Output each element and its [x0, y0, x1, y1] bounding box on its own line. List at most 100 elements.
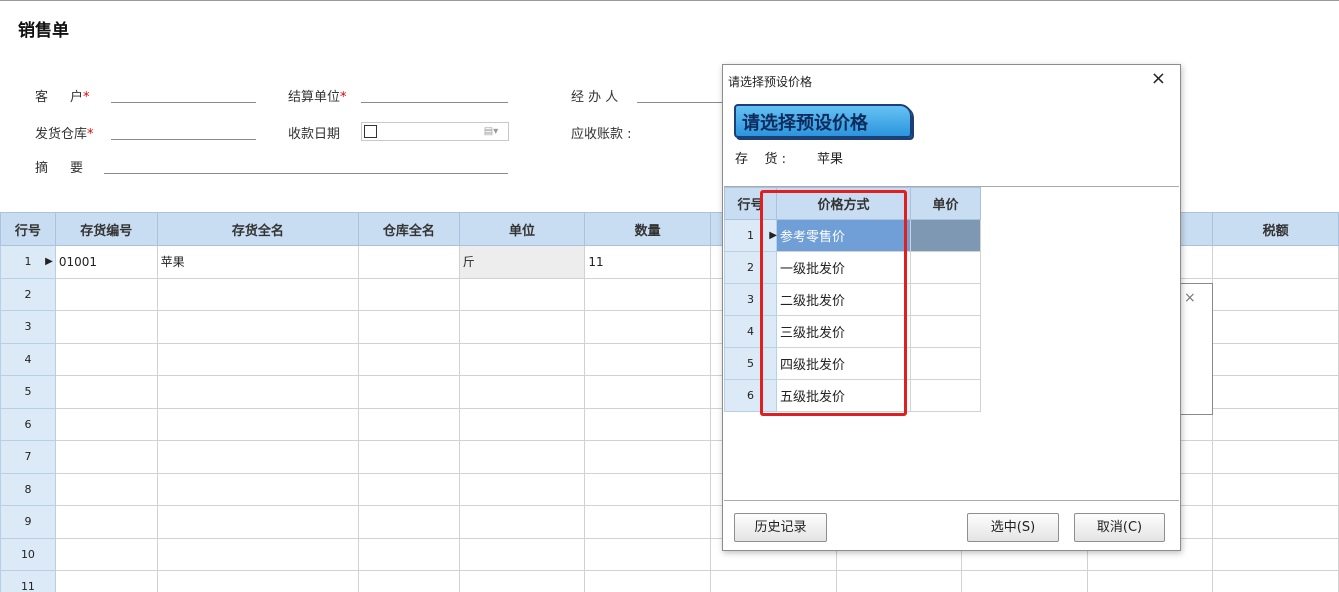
grid-cell[interactable] [1212, 537, 1339, 571]
grid-cell[interactable]: 01001 [54, 245, 158, 279]
grid-cell[interactable] [584, 472, 711, 506]
grid-cell[interactable] [1212, 277, 1339, 311]
grid-cell[interactable] [584, 505, 711, 539]
grid-cell[interactable] [54, 310, 158, 344]
price-value-cell[interactable] [910, 219, 981, 252]
row-number[interactable]: 8 [0, 472, 56, 506]
grid-cell[interactable] [54, 277, 158, 311]
row-number[interactable]: ▶ 1 [0, 245, 56, 279]
col-code[interactable]: 存货编号 [54, 212, 158, 246]
grid-cell[interactable] [1212, 375, 1339, 409]
grid-cell[interactable] [710, 570, 837, 592]
grid-cell[interactable] [458, 570, 586, 592]
grid-cell[interactable] [358, 342, 460, 376]
row-number[interactable]: 4 [0, 342, 56, 376]
row-number[interactable]: 11 [0, 570, 56, 592]
grid-cell[interactable] [54, 537, 158, 571]
grid-cell[interactable] [584, 277, 711, 311]
row-number[interactable]: 3 [0, 310, 56, 344]
grid-cell[interactable] [358, 245, 460, 279]
col-name[interactable]: 存货全名 [156, 212, 360, 246]
col-tax[interactable]: 税额 [1212, 212, 1339, 246]
grid-cell[interactable] [156, 277, 360, 311]
grid-cell[interactable] [156, 310, 360, 344]
grid-cell[interactable] [1212, 570, 1339, 592]
grid-cell[interactable] [584, 375, 711, 409]
grid-cell[interactable] [458, 342, 586, 376]
price-value-cell[interactable] [910, 347, 981, 380]
grid-cell[interactable] [1212, 245, 1339, 279]
underlying-close-icon[interactable]: × [1184, 290, 1196, 306]
grid-cell[interactable] [54, 342, 158, 376]
grid-cell[interactable] [156, 505, 360, 539]
receipt-date-checkbox[interactable] [364, 125, 377, 138]
grid-cell[interactable] [1212, 505, 1339, 539]
grid-cell[interactable] [1212, 310, 1339, 344]
grid-cell[interactable] [458, 407, 586, 441]
settle-unit-input[interactable] [361, 102, 508, 103]
table-row[interactable]: 11 [0, 570, 1339, 592]
row-number[interactable]: 2 [0, 277, 56, 311]
grid-cell[interactable] [1212, 342, 1339, 376]
grid-cell[interactable] [156, 407, 360, 441]
grid-cell[interactable] [584, 342, 711, 376]
grid-cell[interactable] [358, 505, 460, 539]
grid-cell[interactable] [584, 310, 711, 344]
col-row-no[interactable]: 行号 [0, 212, 56, 246]
price-value-cell[interactable] [910, 315, 981, 348]
grid-cell[interactable] [358, 407, 460, 441]
grid-cell[interactable] [358, 310, 460, 344]
grid-cell[interactable] [961, 570, 1088, 592]
grid-cell[interactable] [156, 472, 360, 506]
cancel-button[interactable]: 取消(C) [1074, 513, 1165, 542]
price-value-cell[interactable] [910, 283, 981, 316]
col-qty[interactable]: 数量 [584, 212, 711, 246]
grid-cell[interactable] [156, 537, 360, 571]
grid-cell[interactable] [1212, 407, 1339, 441]
grid-cell[interactable]: 苹果 [156, 245, 360, 279]
close-icon[interactable]: × [1151, 68, 1166, 89]
row-number[interactable]: 7 [0, 440, 56, 474]
grid-cell[interactable] [358, 537, 460, 571]
grid-cell[interactable] [584, 570, 711, 592]
grid-cell[interactable] [54, 570, 158, 592]
row-number[interactable]: 10 [0, 537, 56, 571]
history-button[interactable]: 历史记录 [734, 513, 827, 542]
select-button[interactable]: 选中(S) [967, 513, 1059, 542]
grid-cell[interactable] [358, 277, 460, 311]
grid-cell[interactable] [156, 342, 360, 376]
row-number[interactable]: 6 [0, 407, 56, 441]
row-number[interactable]: 5 [0, 375, 56, 409]
grid-cell[interactable] [358, 375, 460, 409]
grid-cell[interactable] [156, 440, 360, 474]
grid-cell[interactable] [458, 505, 586, 539]
col-unit[interactable]: 单位 [458, 212, 586, 246]
customer-input[interactable] [111, 102, 256, 103]
grid-cell[interactable] [54, 407, 158, 441]
grid-cell[interactable] [835, 570, 963, 592]
row-number[interactable]: 9 [0, 505, 56, 539]
price-value-cell[interactable] [910, 251, 981, 284]
handler-input[interactable] [637, 102, 722, 103]
grid-cell[interactable] [458, 537, 586, 571]
grid-cell[interactable] [54, 375, 158, 409]
grid-cell[interactable] [1212, 472, 1339, 506]
grid-cell[interactable] [358, 570, 460, 592]
price-col-price[interactable]: 单价 [910, 187, 981, 220]
warehouse-input[interactable] [111, 139, 256, 140]
grid-cell[interactable] [1086, 570, 1214, 592]
receipt-date-picker[interactable]: ▤▾ [361, 122, 509, 141]
grid-cell[interactable] [54, 440, 158, 474]
grid-cell[interactable] [584, 537, 711, 571]
calendar-dropdown-icon[interactable]: ▤▾ [478, 125, 504, 138]
grid-cell[interactable] [156, 570, 360, 592]
grid-cell[interactable] [54, 472, 158, 506]
grid-cell[interactable] [458, 472, 586, 506]
grid-cell[interactable]: 11 [584, 245, 711, 279]
price-value-cell[interactable] [910, 379, 981, 412]
grid-cell[interactable] [458, 440, 586, 474]
grid-cell[interactable] [54, 505, 158, 539]
grid-cell[interactable] [358, 472, 460, 506]
col-warehouse[interactable]: 仓库全名 [358, 212, 460, 246]
grid-cell[interactable] [458, 310, 586, 344]
